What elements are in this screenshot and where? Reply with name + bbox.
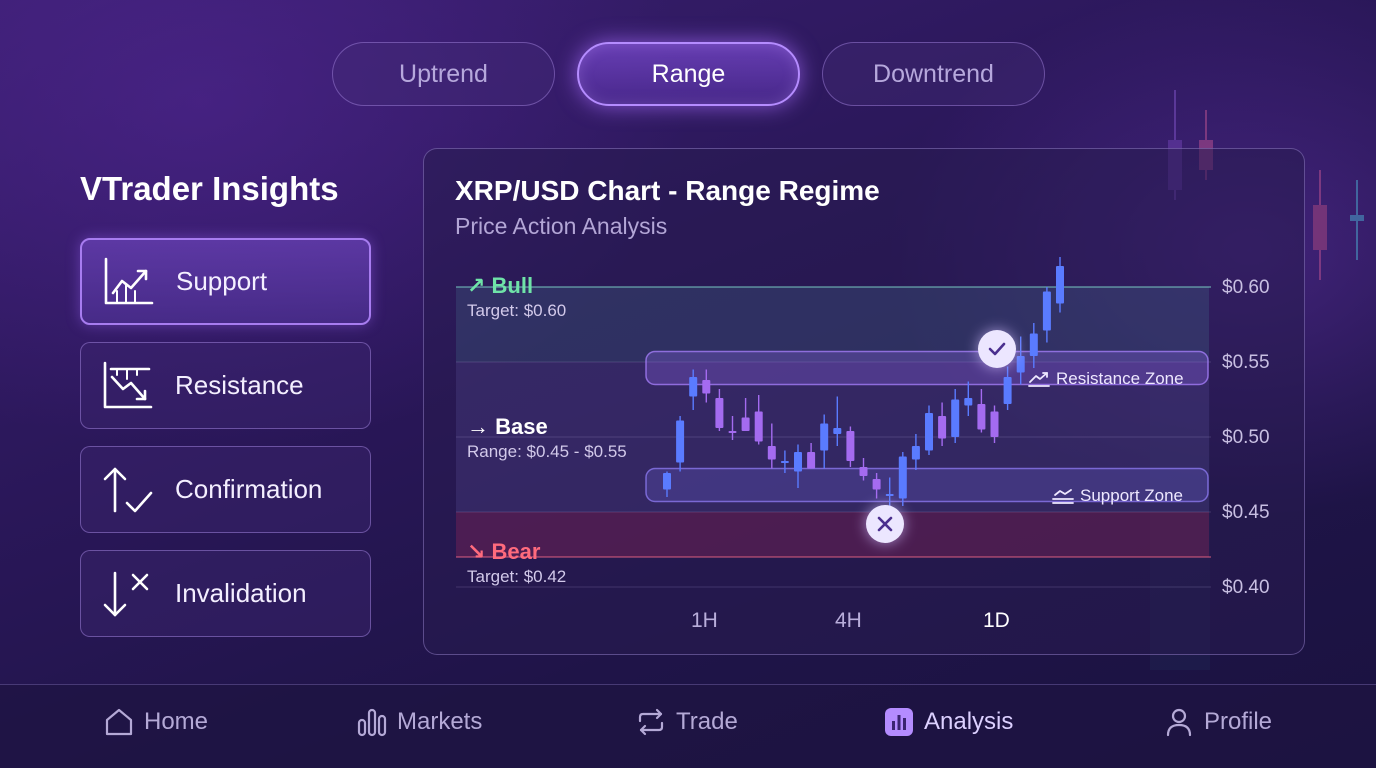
- trade-swap-icon: [638, 708, 664, 736]
- price-tick: $0.40: [1222, 577, 1270, 598]
- bear-target-text: Target: $0.42: [467, 567, 567, 586]
- price-tick: $0.50: [1222, 427, 1270, 448]
- candle-body: [1056, 266, 1064, 304]
- bear-zone-band: [456, 512, 1209, 557]
- check-icon: [988, 342, 1006, 356]
- resistance-chart-icon: [103, 361, 153, 408]
- price-tick: $0.60: [1222, 277, 1270, 298]
- support-chart-icon: [104, 257, 154, 304]
- candle-body: [951, 399, 960, 437]
- candle-body: [689, 377, 698, 397]
- tab-downtrend[interactable]: Downtrend: [822, 42, 1045, 106]
- candle-body: [898, 456, 907, 499]
- candle-body: [663, 473, 671, 490]
- candle-body: [820, 423, 829, 451]
- candle-body: [911, 446, 920, 460]
- base-range-text: Range: $0.45 - $0.55: [467, 442, 627, 461]
- resistance-zone-tag: Resistance Zone: [1028, 369, 1184, 389]
- candle-body: [780, 461, 789, 463]
- close-icon: [877, 516, 893, 532]
- sidebar-item-label: Confirmation: [175, 474, 323, 504]
- nav-label: Profile: [1204, 708, 1273, 735]
- candle-body: [728, 431, 737, 433]
- profile-icon: [1166, 708, 1192, 737]
- timeframe-4h[interactable]: 4H: [835, 609, 862, 633]
- sidebar-item-support[interactable]: Support: [80, 238, 371, 325]
- support-zone-tag: Support Zone: [1052, 486, 1183, 506]
- nav-item-trade[interactable]: Trade: [636, 707, 738, 737]
- regime-tabs: Uptrend Range Downtrend: [332, 42, 1045, 106]
- timeframe-1h[interactable]: 1H: [691, 609, 718, 633]
- candle-body: [676, 420, 685, 463]
- candle-body: [702, 380, 711, 394]
- candle-body: [1016, 356, 1025, 373]
- candle-body: [1003, 377, 1012, 404]
- confirmation-marker[interactable]: [978, 330, 1016, 368]
- markets-bars-icon: [357, 708, 387, 737]
- sidebar-item-resistance[interactable]: Resistance: [80, 342, 371, 429]
- price-tick: $0.45: [1222, 502, 1270, 523]
- sidebar-item-invalidation[interactable]: Invalidation: [80, 550, 371, 637]
- invalidation-arrow-icon: [103, 571, 149, 616]
- candle-body: [846, 431, 855, 461]
- candle-body: [964, 398, 973, 406]
- candle-body: [1029, 333, 1038, 356]
- resistance-zone-label: Resistance Zone: [1056, 369, 1184, 388]
- nav-label: Home: [144, 708, 209, 735]
- candle-body: [833, 428, 842, 434]
- candle-body: [872, 479, 881, 490]
- analysis-chart-icon: [885, 708, 913, 736]
- nav-item-home[interactable]: Home: [104, 707, 208, 737]
- sidebar-item-label: Resistance: [175, 370, 304, 400]
- insights-sidebar: Support Resistance Confirmation Invalida…: [80, 238, 371, 637]
- nav-label: Analysis: [924, 708, 1014, 735]
- sidebar-item-label: Support: [176, 266, 268, 296]
- candle-body: [794, 452, 802, 472]
- sidebar-title: VTrader Insights: [80, 170, 339, 207]
- tab-uptrend[interactable]: Uptrend: [332, 42, 555, 106]
- nav-item-profile[interactable]: Profile: [1164, 707, 1272, 737]
- confirmation-arrows-icon: [103, 467, 153, 512]
- nav-label: Trade: [676, 708, 738, 735]
- base-zone-label: → Base: [467, 414, 548, 439]
- sidebar-item-confirmation[interactable]: Confirmation: [80, 446, 371, 533]
- candle-body: [885, 494, 894, 496]
- support-lines-icon: [1052, 489, 1074, 504]
- home-icon: [105, 708, 133, 736]
- nav-label: Markets: [397, 708, 483, 735]
- support-zone-label: Support Zone: [1080, 486, 1184, 505]
- trend-up-icon: [1028, 372, 1050, 387]
- price-tick: $0.55: [1222, 352, 1270, 373]
- bull-zone-label: ↗ Bull: [467, 273, 534, 298]
- timeframe-1d[interactable]: 1D: [983, 609, 1010, 633]
- candle-body: [754, 411, 763, 442]
- candle-body: [938, 416, 947, 439]
- candle-body: [977, 404, 986, 430]
- candle-body: [859, 467, 868, 476]
- candle-body: [1042, 291, 1051, 331]
- nav-item-markets[interactable]: Markets: [357, 707, 482, 737]
- bull-target-text: Target: $0.60: [467, 301, 567, 320]
- candle-body: [741, 417, 750, 431]
- candle-body: [807, 452, 816, 469]
- invalidation-marker[interactable]: [866, 505, 904, 543]
- bear-zone-label: ↘ Bear: [467, 539, 541, 564]
- candle-body: [767, 446, 776, 460]
- bottom-navigation: Home Markets Trade Analysis Profile: [0, 684, 1376, 768]
- candle-body: [925, 413, 933, 451]
- tab-range[interactable]: Range: [577, 42, 800, 106]
- nav-item-analysis[interactable]: Analysis: [884, 707, 1013, 737]
- candle-body: [990, 411, 999, 437]
- candle-body: [715, 398, 724, 428]
- sidebar-item-label: Invalidation: [175, 578, 307, 608]
- chart-card: XRP/USD Chart - Range Regime Price Actio…: [423, 148, 1305, 655]
